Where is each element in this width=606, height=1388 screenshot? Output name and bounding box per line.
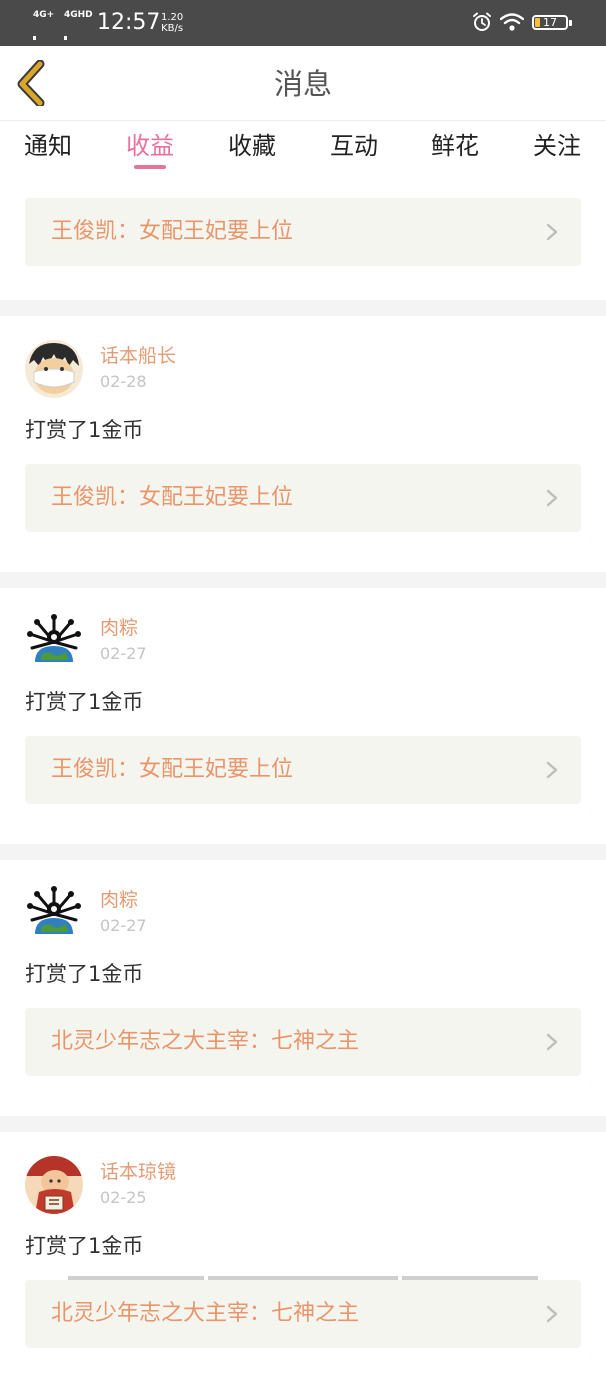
- divider: [0, 572, 606, 588]
- avatar[interactable]: [25, 884, 83, 942]
- avatar[interactable]: [25, 1156, 83, 1214]
- story-link[interactable]: 王俊凯：女配王妃要上位: [25, 198, 581, 266]
- tab-following[interactable]: 关注: [517, 129, 597, 163]
- tab-earnings[interactable]: 收益: [110, 129, 190, 163]
- story-link-title: 王俊凯：女配王妃要上位: [51, 757, 294, 782]
- story-link[interactable]: 王俊凯：女配王妃要上位: [25, 736, 581, 804]
- message-list: 王俊凯：女配王妃要上位 话本船长 02-28 打赏了1金币 王俊凯：女配王妃要上…: [0, 181, 606, 1388]
- active-tab-indicator: [134, 165, 166, 169]
- network-speed-unit: KB/s: [161, 23, 184, 34]
- message-text: 打赏了1金币: [25, 690, 144, 714]
- battery-icon: 17: [532, 15, 572, 30]
- story-link[interactable]: 王俊凯：女配王妃要上位: [25, 464, 581, 532]
- network-speed: 1.20 KB/s: [161, 12, 183, 34]
- signal-2-label: 4GHD: [64, 10, 93, 20]
- bottom-gesture-bar: [0, 1276, 606, 1280]
- wifi-icon: [500, 13, 524, 31]
- message-date: 02-27: [100, 916, 147, 935]
- user-name[interactable]: 肉粽: [100, 616, 138, 640]
- message-date: 02-28: [100, 372, 147, 391]
- nav-bar: 消息: [0, 46, 606, 121]
- message-date: 02-27: [100, 644, 147, 663]
- chevron-right-icon: [546, 1305, 558, 1323]
- message-text: 打赏了1金币: [25, 418, 144, 442]
- message-card: 王俊凯：女配王妃要上位: [0, 198, 606, 300]
- story-link-title: 北灵少年志之大主宰：七神之主: [51, 1301, 360, 1326]
- chevron-right-icon: [546, 1033, 558, 1051]
- avatar[interactable]: [25, 612, 83, 670]
- battery-level: 17: [543, 16, 557, 29]
- message-card: 话本琼镜 02-25 打赏了1金币 北灵少年志之大主宰：七神之主: [0, 1156, 606, 1388]
- message-card: 肉粽 02-27 打赏了1金币 王俊凯：女配王妃要上位: [0, 612, 606, 844]
- status-time: 12:57: [97, 10, 161, 35]
- message-text: 打赏了1金币: [25, 1234, 144, 1258]
- divider: [0, 1116, 606, 1132]
- user-name[interactable]: 话本琼镜: [100, 1160, 176, 1184]
- message-card: 话本船长 02-28 打赏了1金币 王俊凯：女配王妃要上位: [0, 340, 606, 572]
- divider: [0, 300, 606, 316]
- network-speed-value: 1.20: [161, 12, 184, 23]
- tab-interactions[interactable]: 互动: [314, 129, 394, 163]
- globe-avatar-icon: [25, 612, 83, 670]
- story-link-title: 王俊凯：女配王妃要上位: [51, 219, 294, 244]
- chevron-right-icon: [546, 761, 558, 779]
- user-name[interactable]: 话本船长: [100, 344, 176, 368]
- chevron-right-icon: [546, 489, 558, 507]
- user-name[interactable]: 肉粽: [100, 888, 138, 912]
- story-link-title: 王俊凯：女配王妃要上位: [51, 485, 294, 510]
- story-link[interactable]: 北灵少年志之大主宰：七神之主: [25, 1008, 581, 1076]
- story-link[interactable]: 北灵少年志之大主宰：七神之主: [25, 1280, 581, 1348]
- globe-avatar-icon: [25, 884, 83, 942]
- luffy-avatar-icon: [25, 340, 83, 398]
- chevron-right-icon: [546, 223, 558, 241]
- tab-favorites[interactable]: 收藏: [212, 129, 292, 163]
- status-bar: 4G+ 4GHD 12:57 1.20 KB/s 17: [0, 0, 606, 97]
- divider: [0, 844, 606, 860]
- avatar[interactable]: [25, 340, 83, 398]
- message-date: 02-25: [100, 1188, 147, 1207]
- illustrated-avatar-icon: [25, 1156, 83, 1214]
- tab-notifications[interactable]: 通知: [8, 129, 88, 163]
- story-link-title: 北灵少年志之大主宰：七神之主: [51, 1029, 360, 1054]
- tab-flowers[interactable]: 鲜花: [415, 129, 495, 163]
- page-title: 消息: [273, 67, 332, 101]
- signal-1-label: 4G+: [33, 10, 55, 20]
- message-card: 肉粽 02-27 打赏了1金币 北灵少年志之大主宰：七神之主: [0, 884, 606, 1116]
- message-text: 打赏了1金币: [25, 962, 144, 986]
- alarm-clock-icon: [473, 12, 491, 31]
- tab-bar: 通知 收益 收藏 互动 鲜花 关注: [0, 121, 606, 181]
